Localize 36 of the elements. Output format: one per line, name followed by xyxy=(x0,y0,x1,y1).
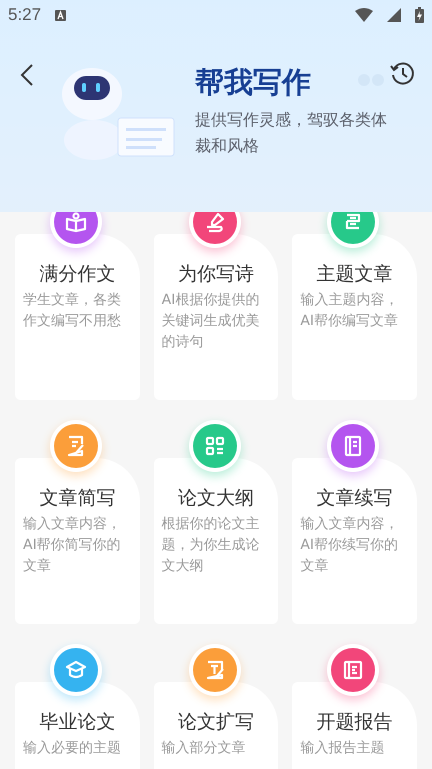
tool-title: 为你写诗 xyxy=(176,262,255,286)
tool-title: 毕业论文 xyxy=(38,710,116,734)
tool-title: 开题报告 xyxy=(316,710,394,734)
tool-description: 输入文章内容，AI帮你简写你的文章 xyxy=(23,515,122,576)
tool-card[interactable]: 满分作文 学生文章，各类作文编写不用愁 xyxy=(15,234,140,400)
status-time: 5:27 xyxy=(8,4,42,26)
tool-card[interactable]: 论文大纲 根据你的论文主题，为你生成论文大纲 xyxy=(154,458,278,624)
notification-icon xyxy=(55,10,66,20)
tool-description: 学生文章，各类作文编写不用愁 xyxy=(23,291,122,331)
tool-card[interactable]: 开题报告 输入报告主题 xyxy=(292,682,417,769)
tool-title: 满分作文 xyxy=(38,262,116,286)
tool-title: 论文扩写 xyxy=(176,710,255,734)
page-title: 帮我写作 xyxy=(195,65,311,99)
signal-icon xyxy=(387,8,401,22)
tool-card[interactable]: 毕业论文 输入必要的主题 xyxy=(15,682,140,769)
tool-title: 文章续写 xyxy=(316,486,394,510)
tool-card[interactable]: 为你写诗 AI根据你提供的关键词生成优美的诗句 xyxy=(154,234,278,400)
tool-description: AI根据你提供的关键词生成优美的诗句 xyxy=(162,291,261,352)
tool-description: 输入报告主题 xyxy=(300,739,386,758)
tool-description: 输入文章内容，AI帮你续写你的文章 xyxy=(300,515,400,576)
page-subtitle: 提供写作灵感，驾驭各类体裁和风格 xyxy=(195,109,388,157)
history-icon[interactable] xyxy=(390,61,415,86)
tool-description: 根据你的论文主题，为你生成论文大纲 xyxy=(162,515,261,576)
tool-card[interactable]: 主题文章 输入主题内容，AI帮你编写文章 xyxy=(292,234,417,400)
tool-description: 输入部分文章 xyxy=(162,739,247,758)
tool-card[interactable]: 论文扩写 输入部分文章 xyxy=(154,682,278,769)
battery-icon xyxy=(415,7,424,23)
tool-description: 输入必要的主题 xyxy=(23,739,122,758)
back-icon[interactable] xyxy=(20,63,34,87)
tool-card[interactable]: 文章简写 输入文章内容，AI帮你简写你的文章 xyxy=(15,458,140,624)
tool-title: 文章简写 xyxy=(38,486,116,510)
tool-title: 论文大纲 xyxy=(176,486,255,510)
tool-description: 输入主题内容，AI帮你编写文章 xyxy=(300,291,400,331)
wifi-icon xyxy=(355,8,373,22)
tool-title: 主题文章 xyxy=(316,262,394,286)
tool-card[interactable]: 文章续写 输入文章内容，AI帮你续写你的文章 xyxy=(292,458,417,624)
